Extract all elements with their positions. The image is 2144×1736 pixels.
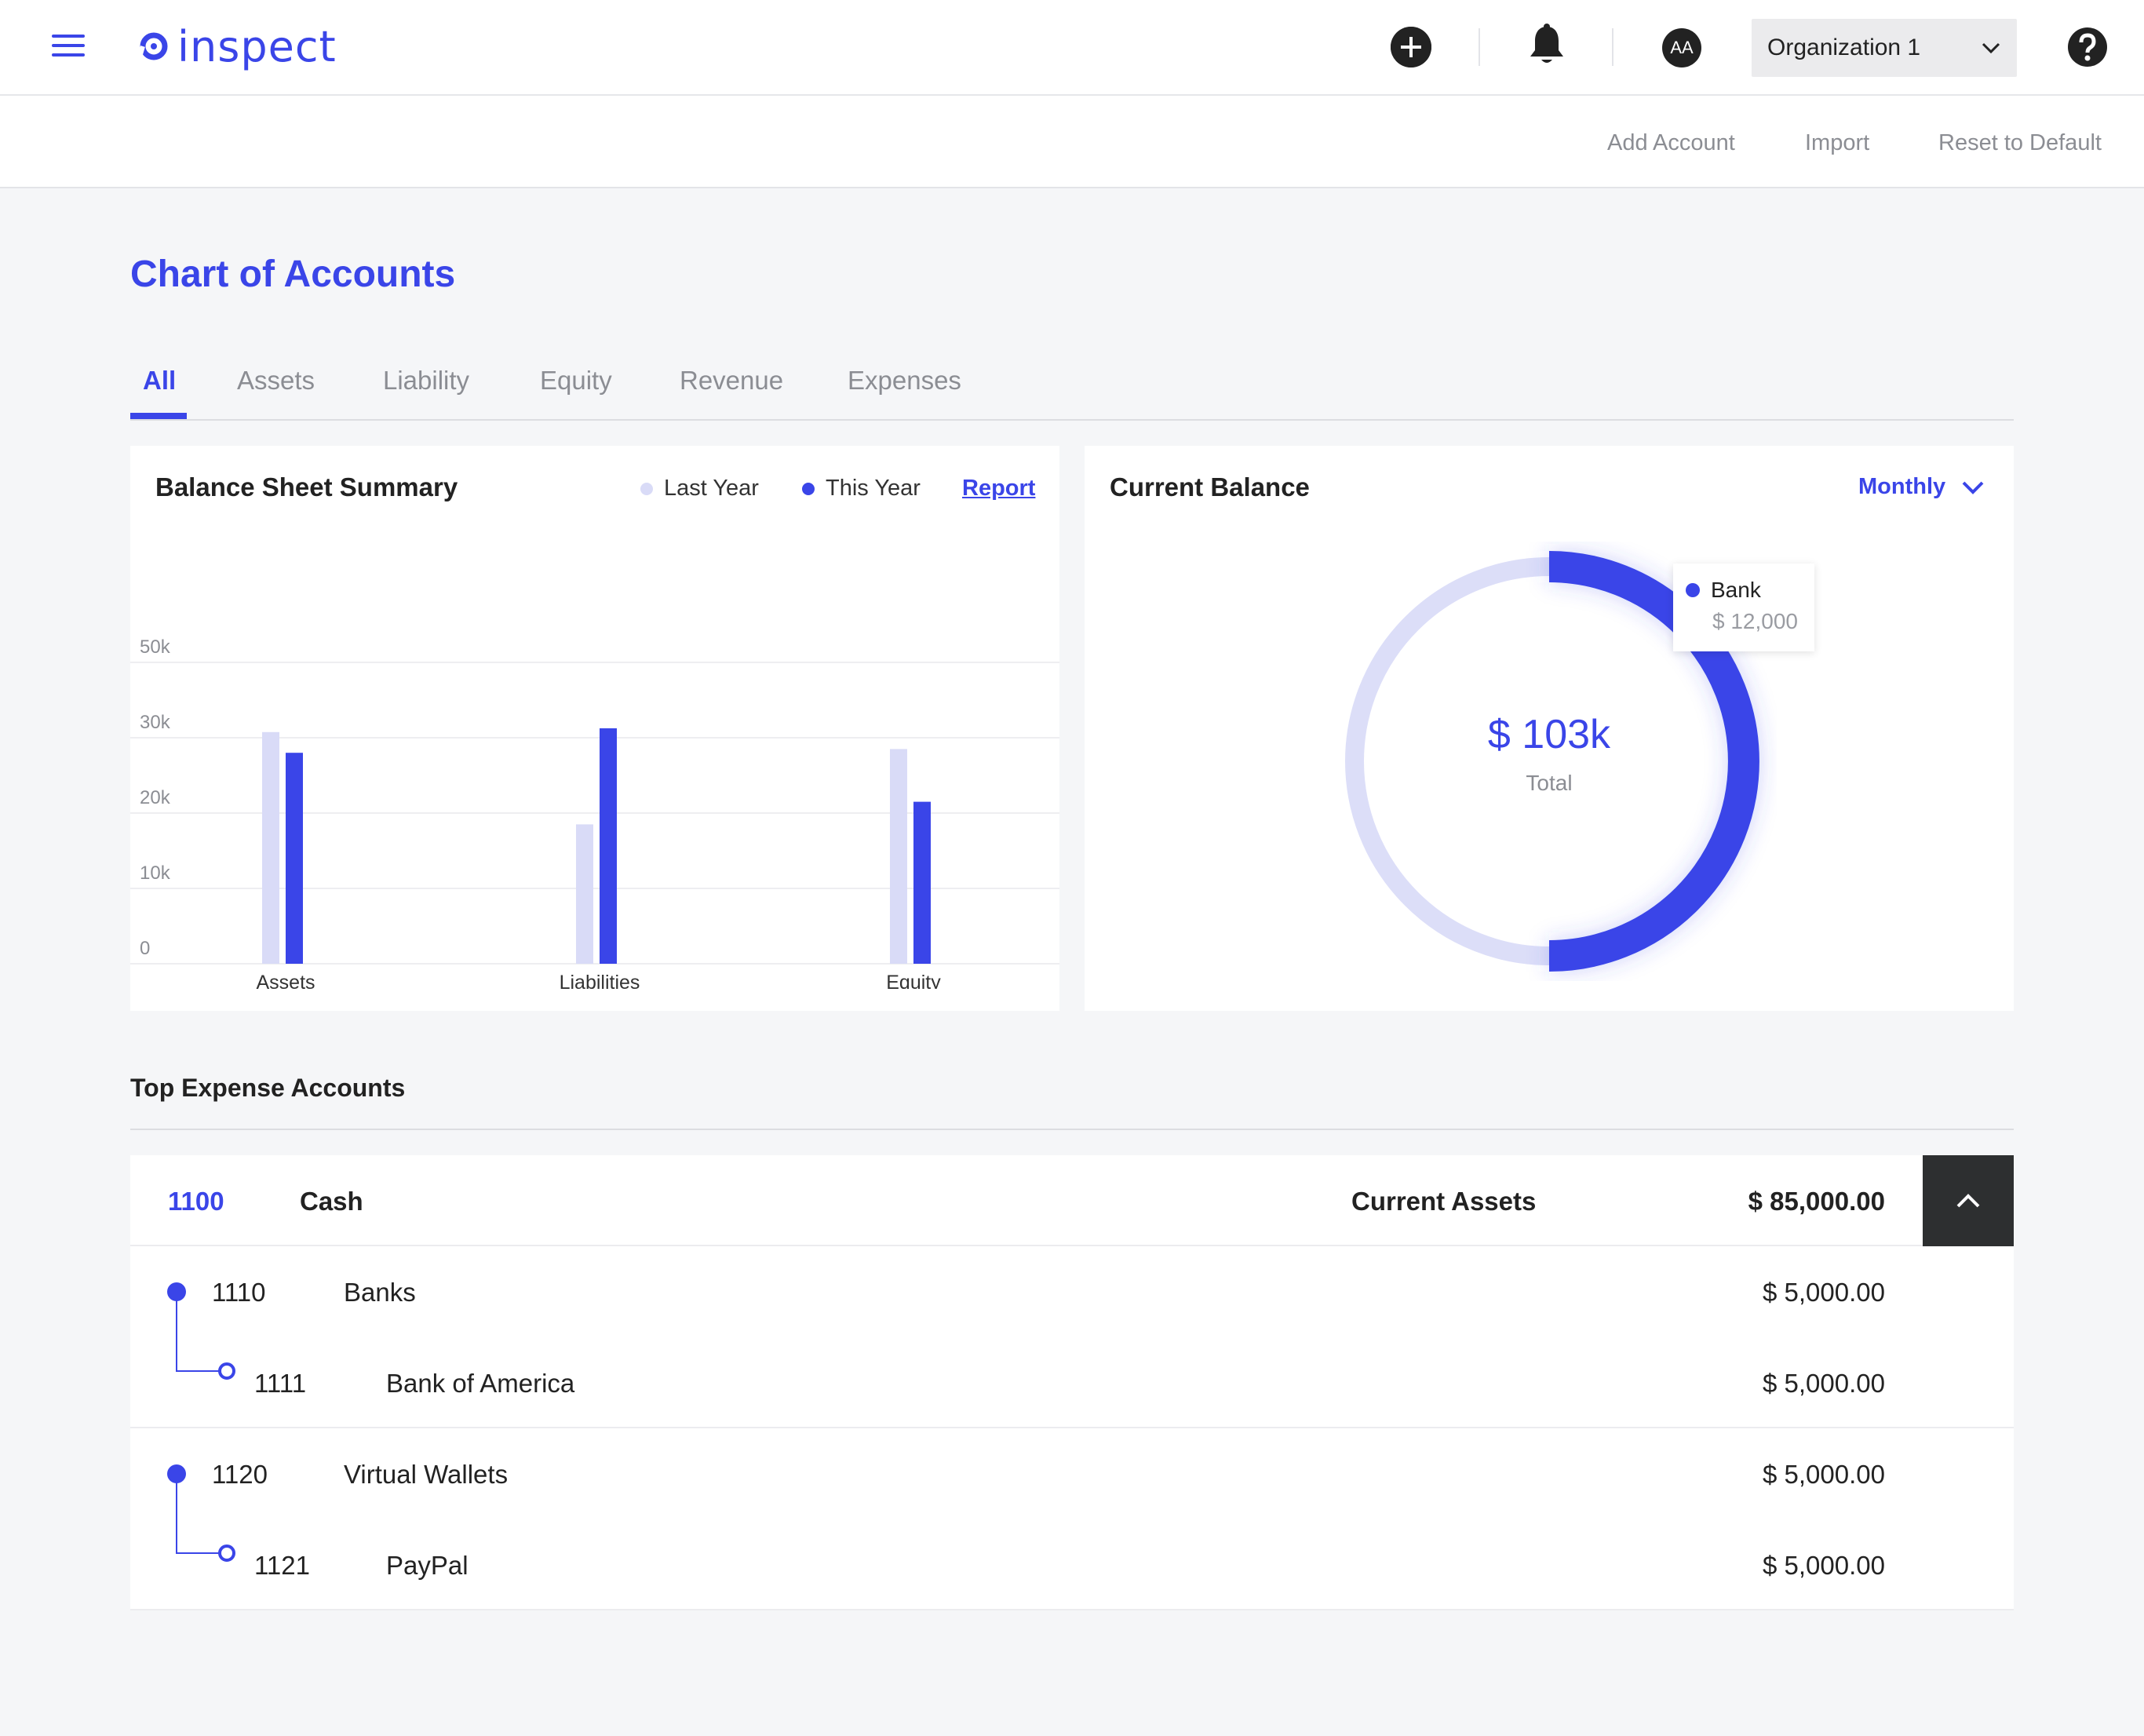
account-amount: $ 5,000.00 [1763,1460,1885,1489]
import-link[interactable]: Import [1805,130,1869,156]
organization-name: Organization 1 [1767,35,1921,60]
chevron-down-icon [1962,481,1984,494]
logo[interactable]: inspect [137,19,337,74]
account-name: Virtual Wallets [344,1460,509,1489]
account-group: 1120 Virtual Wallets $ 5,000.00 1121 Pay… [130,1428,2014,1610]
total-label: Total [1526,771,1573,795]
legend-dot [802,482,815,495]
legend-this-year: This Year [802,476,921,501]
logo-mark-icon [137,32,168,63]
tree-connector [176,1474,177,1554]
tab-expenses[interactable]: Expenses [848,366,961,396]
top-expense-accounts-title: Top Expense Accounts [130,1074,406,1102]
parent-node-dot [167,1464,186,1483]
tree-connector [176,1552,224,1554]
logo-text: inspect [177,21,337,71]
add-account-link[interactable]: Add Account [1607,130,1735,156]
account-amount: $ 5,000.00 [1763,1551,1885,1580]
legend-dot [640,482,653,495]
tree-connector [176,1292,177,1372]
organization-select[interactable]: Organization 1 [1752,19,2017,77]
tab-all[interactable]: All [143,366,176,396]
account-name: Cash [300,1187,363,1216]
child-node-dot [218,1362,235,1380]
page-title: Chart of Accounts [130,253,456,295]
y-tick-label: 50k [140,636,171,658]
account-group: 1110 Banks $ 5,000.00 1111 Bank of Ameri… [130,1246,2014,1428]
account-name: Bank of America [386,1369,575,1398]
bell-icon [1530,24,1563,63]
account-type-tabs: All Assets Liability Equity Revenue Expe… [130,356,2014,421]
child-node-dot [218,1545,235,1562]
balance-sheet-title: Balance Sheet Summary [155,472,458,501]
tab-revenue[interactable]: Revenue [680,366,783,396]
tree-connector [176,1370,224,1372]
legend-last-year: Last Year [640,476,759,501]
section-divider [130,1129,2014,1130]
account-type: Current Assets [1351,1187,1537,1216]
divider [1479,28,1480,66]
chevron-up-icon [1956,1194,1980,1208]
account-name: PayPal [386,1551,469,1580]
tab-assets[interactable]: Assets [237,366,315,396]
tooltip-value: $ 12,000 [1712,609,1798,633]
current-balance-title: Current Balance [1110,472,1310,501]
active-tab-indicator [130,413,187,419]
menu-icon[interactable] [52,35,85,61]
bar-liabilities-this-year[interactable] [600,728,617,964]
donut-center: $ 103k Total [1471,711,1628,796]
account-code[interactable]: 1121 [254,1551,310,1581]
bar-equity-last-year[interactable] [890,749,907,964]
period-value: Monthly [1858,474,1946,499]
x-category-label: Assets [256,972,315,989]
y-tick-label: 10k [140,863,171,884]
report-link[interactable]: Report [962,476,1035,501]
account-name: Banks [344,1278,416,1307]
avatar-initials: AA [1670,38,1694,57]
bar-assets-this-year[interactable] [286,753,303,964]
help-icon [2068,27,2107,67]
legend-label: This Year [826,476,921,501]
account-code[interactable]: 1110 [212,1278,266,1307]
account-code[interactable]: 1100 [168,1187,224,1216]
tooltip-dot [1686,583,1700,597]
account-amount: $ 85,000.00 [1748,1187,1885,1216]
y-tick-label: 0 [140,938,150,959]
bar-liabilities-last-year[interactable] [576,824,593,964]
help-button[interactable] [2067,27,2108,71]
account-code[interactable]: 1111 [254,1369,306,1399]
tab-equity[interactable]: Equity [540,366,612,396]
account-amount: $ 5,000.00 [1763,1278,1885,1307]
y-tick-label: 30k [140,712,171,733]
account-amount: $ 5,000.00 [1763,1369,1885,1398]
tooltip-label: Bank [1711,578,1761,602]
parent-node-dot [167,1282,186,1301]
chart-tooltip: Bank $ 12,000 [1673,563,1814,651]
avatar[interactable]: AA [1662,28,1701,67]
account-header-row[interactable]: 1100 Cash Current Assets $ 85,000.00 [130,1155,2014,1246]
divider [1612,28,1613,66]
x-category-label: Equity [886,972,941,989]
balance-sheet-bar-chart: 50k 30k 20k 10k 0 Assets Liabilities Equity [130,636,1059,989]
account-code[interactable]: 1120 [212,1460,268,1490]
x-category-label: Liabilities [560,972,640,989]
total-value: $ 103k [1487,712,1611,757]
bar-equity-this-year[interactable] [913,801,931,964]
action-toolbar: Add Account Import Reset to Default [0,96,2144,188]
period-select[interactable]: Monthly [1858,474,1985,500]
plus-icon [1391,27,1431,67]
y-tick-label: 20k [140,787,171,808]
add-new-button[interactable] [1391,27,1431,67]
legend-label: Last Year [664,476,759,501]
notifications-button[interactable] [1527,24,1566,71]
bar-assets-last-year[interactable] [262,731,279,964]
collapse-button[interactable] [1923,1155,2014,1246]
top-navbar: inspect AA Organization 1 [0,0,2144,96]
reset-to-default-link[interactable]: Reset to Default [1938,130,2102,156]
tab-liability[interactable]: Liability [383,366,469,396]
chevron-down-icon [1982,42,2000,54]
